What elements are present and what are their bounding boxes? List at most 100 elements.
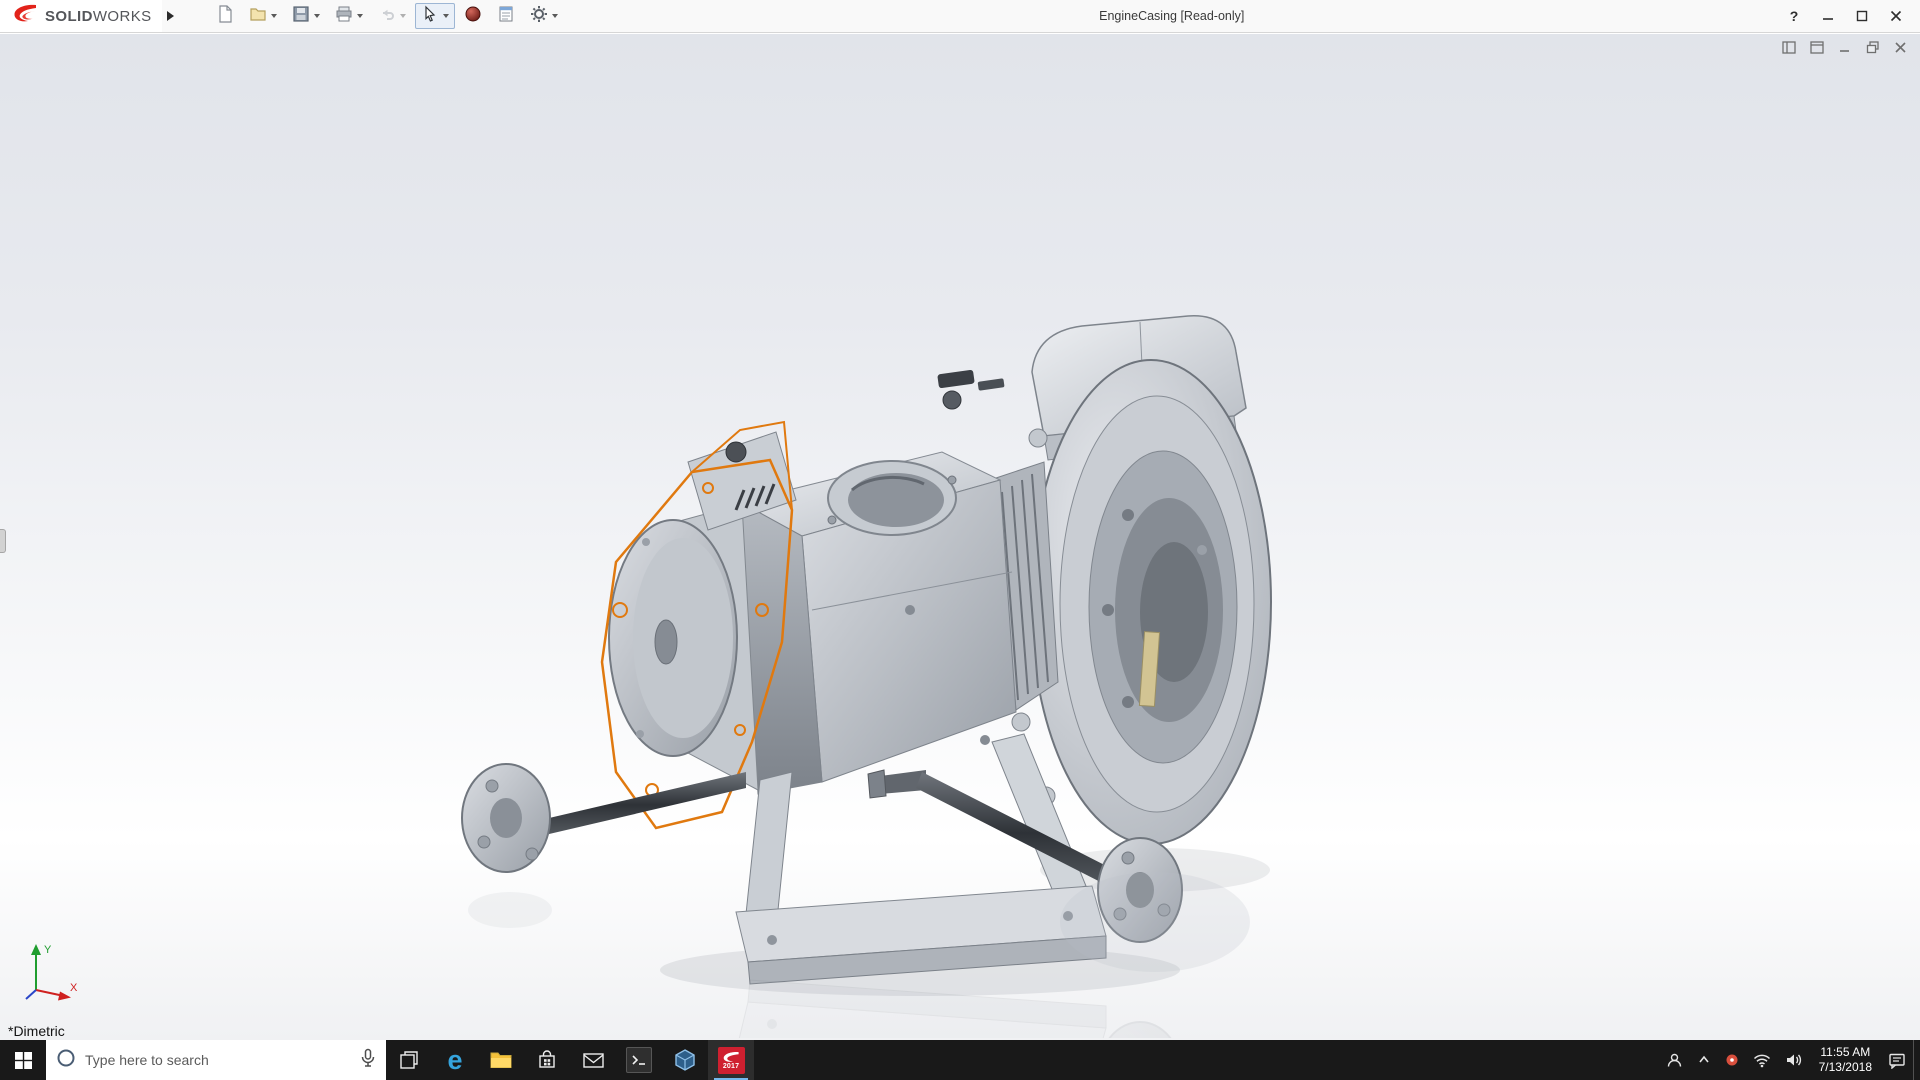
file-explorer-button[interactable] [478,1040,524,1080]
store-icon [536,1049,558,1071]
hexagon-app-button[interactable] [662,1040,708,1080]
volume-button[interactable] [1778,1040,1810,1080]
view-orientation-label: *Dimetric [8,1023,65,1039]
clock-date: 7/13/2018 [1819,1060,1872,1075]
show-hidden-icons-button[interactable] [1690,1040,1718,1080]
taskbar-clock[interactable]: 11:55 AM 7/13/2018 [1810,1040,1881,1080]
minimize-icon [1822,10,1834,22]
file-properties-button[interactable] [491,3,521,29]
clock-time: 11:55 AM [1820,1045,1870,1060]
full-screen-button[interactable] [1807,39,1826,56]
doc-minimize-icon [1838,41,1851,54]
chevron-up-icon [1697,1053,1711,1067]
rebuild-sphere-button[interactable] [458,3,488,29]
doc-restore-button[interactable] [1863,39,1882,56]
system-tray: 11:55 AM 7/13/2018 [1659,1040,1920,1080]
chevron-down-icon[interactable] [357,14,363,18]
edge-icon: e [447,1047,462,1074]
taskbar: e 2017 [0,1040,1920,1080]
split-pane-button[interactable] [1779,39,1798,56]
save-button[interactable] [286,3,326,29]
full-screen-icon [1810,41,1824,54]
network-button[interactable] [1746,1040,1778,1080]
orientation-triad: Y X [22,940,80,1004]
open-button[interactable] [243,3,283,29]
model-reflection [462,980,1271,1038]
minimize-button[interactable] [1814,4,1842,28]
new-document-icon [216,5,234,28]
engine-casing-model[interactable] [440,310,1285,1038]
solidworks-logo-icon [12,3,38,30]
chevron-down-icon[interactable] [400,14,406,18]
chevron-down-icon[interactable] [314,14,320,18]
command-prompt-button[interactable] [616,1040,662,1080]
taskbar-search[interactable] [46,1040,386,1080]
action-center-icon [1888,1052,1906,1069]
document-window-controls [1779,39,1910,56]
chevron-down-icon[interactable] [271,14,277,18]
wifi-icon [1753,1052,1771,1068]
y-axis-label: Y [44,944,52,956]
split-pane-icon [1782,41,1796,54]
options-gear-icon [530,5,548,28]
save-icon [292,5,310,28]
file-properties-icon [497,5,515,28]
command-prompt-icon [626,1047,652,1073]
maximize-button[interactable] [1848,4,1876,28]
doc-minimize-button[interactable] [1835,39,1854,56]
panel-splitter-handle[interactable] [0,529,6,553]
task-view-button[interactable] [386,1040,432,1080]
graphics-viewport[interactable]: Y X *Dimetric [0,34,1920,1040]
help-button[interactable]: ? [1780,4,1808,28]
mail-button[interactable] [570,1040,616,1080]
y-axis-arrow [31,944,41,955]
valve-parts[interactable] [937,370,1004,409]
undo-button[interactable] [372,3,412,29]
chevron-down-icon[interactable] [552,14,558,18]
x-axis-label: X [70,982,78,994]
red-sphere-icon [464,5,482,28]
cortana-circle-icon[interactable] [56,1048,76,1073]
document-title: EngineCasing [Read-only] [564,9,1780,23]
people-icon [1666,1052,1683,1069]
people-button[interactable] [1659,1040,1690,1080]
doc-close-icon [1894,41,1907,54]
print-button[interactable] [329,3,369,29]
titlebar: SOLIDWORKS [0,0,1920,33]
volume-icon [1785,1052,1803,1068]
show-desktop-button[interactable] [1913,1040,1920,1080]
store-button[interactable] [524,1040,570,1080]
undo-icon [378,5,396,28]
doc-close-button[interactable] [1891,39,1910,56]
windows-logo-icon [15,1052,32,1069]
search-input[interactable] [85,1052,351,1068]
solidworks-app-button[interactable]: 2017 [708,1040,754,1080]
window-controls: ? [1780,4,1920,28]
print-icon [335,5,353,28]
hexagon-app-icon [673,1048,697,1072]
menu-expand-arrow[interactable] [162,0,180,32]
chevron-down-icon[interactable] [443,14,449,18]
action-center-button[interactable] [1881,1040,1913,1080]
options-button[interactable] [524,3,564,29]
screen: SOLIDWORKS [0,0,1920,1080]
open-folder-icon [249,5,267,28]
maximize-icon [1856,10,1868,22]
microphone-icon[interactable] [360,1048,376,1073]
task-view-icon [398,1049,420,1071]
doc-restore-icon [1866,41,1880,54]
start-button[interactable] [0,1040,46,1080]
side-cover[interactable] [609,504,758,790]
right-triangle-icon [167,11,174,21]
tray-app-icon [1725,1053,1739,1067]
edge-button[interactable]: e [432,1040,478,1080]
select-button[interactable] [415,3,455,29]
mail-icon [582,1050,605,1070]
new-document-button[interactable] [210,3,240,29]
help-icon: ? [1790,8,1799,24]
tray-app-button[interactable] [1718,1040,1746,1080]
select-cursor-icon [421,5,439,28]
close-button[interactable] [1882,4,1910,28]
standard-toolbar [210,3,564,29]
solidworks-app-icon: 2017 [718,1047,745,1074]
